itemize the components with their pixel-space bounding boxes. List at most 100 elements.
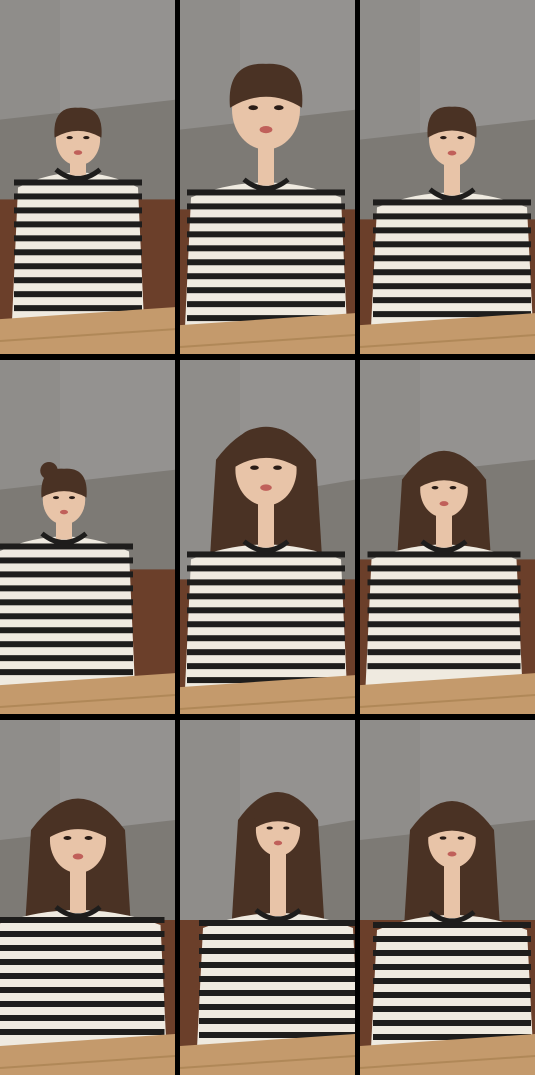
shirt-stripe bbox=[367, 649, 521, 656]
shirt-stripe bbox=[367, 635, 521, 642]
shirt-stripe bbox=[0, 945, 165, 951]
shirt-stripe bbox=[0, 931, 165, 937]
photo-frame-9 bbox=[360, 720, 535, 1075]
shirt-stripe bbox=[0, 973, 165, 979]
shirt-stripe bbox=[373, 950, 531, 956]
lips bbox=[259, 126, 273, 134]
shirt-stripe bbox=[187, 649, 345, 656]
shirt-stripe bbox=[14, 207, 142, 214]
photo-frame-6 bbox=[360, 360, 535, 714]
shirt-stripe bbox=[14, 249, 142, 256]
hair-bun bbox=[40, 461, 58, 480]
lips bbox=[260, 484, 272, 491]
right-eye bbox=[273, 465, 282, 470]
left-eye bbox=[53, 496, 59, 500]
neck bbox=[258, 143, 274, 186]
shirt-stripe bbox=[187, 287, 345, 294]
shirt-stripe bbox=[0, 641, 133, 648]
shirt-stripe bbox=[199, 976, 355, 982]
lips bbox=[273, 840, 283, 846]
left-eye bbox=[440, 135, 447, 140]
lips bbox=[72, 853, 84, 860]
shirt-stripe bbox=[187, 301, 345, 308]
shirt-stripe bbox=[0, 1029, 165, 1035]
photo-illustration bbox=[0, 360, 175, 714]
photo-frame-3 bbox=[360, 0, 535, 354]
lips bbox=[73, 150, 83, 155]
shirt-stripe bbox=[14, 193, 142, 200]
shirt-stripe bbox=[367, 579, 521, 586]
shirt-stripe bbox=[187, 621, 345, 628]
shirt-stripe bbox=[187, 273, 345, 280]
shirt-stripe bbox=[367, 565, 521, 572]
photo-frame-4 bbox=[0, 360, 175, 714]
shirt-stripe bbox=[0, 1015, 165, 1021]
shirt-stripe bbox=[187, 231, 345, 238]
shirt-stripe bbox=[14, 221, 142, 228]
shirt-stripe bbox=[373, 255, 531, 262]
shirt-stripe bbox=[373, 964, 531, 970]
shirt-stripe bbox=[0, 627, 133, 634]
right-eye bbox=[69, 496, 75, 500]
shirt-stripe bbox=[373, 978, 531, 984]
shirt-stripe bbox=[199, 990, 355, 996]
shirt-stripe bbox=[14, 291, 142, 298]
right-eye bbox=[83, 136, 90, 140]
shirt-stripe bbox=[14, 305, 142, 312]
right-eye bbox=[457, 836, 465, 840]
shirt-stripe bbox=[187, 217, 345, 224]
photo-illustration bbox=[360, 720, 535, 1075]
shirt-stripe bbox=[187, 579, 345, 586]
right-eye bbox=[449, 485, 457, 490]
shirt-stripe bbox=[0, 669, 133, 676]
shirt-stripe bbox=[367, 593, 521, 600]
left-eye bbox=[250, 465, 259, 470]
shirt-stripe bbox=[0, 571, 133, 578]
left-eye bbox=[66, 136, 73, 140]
shirt-stripe bbox=[187, 593, 345, 600]
right-eye bbox=[283, 826, 290, 830]
shirt-stripe bbox=[367, 607, 521, 614]
shirt-stripe bbox=[373, 241, 531, 248]
shirt-stripe bbox=[0, 613, 133, 620]
shirt-stripe bbox=[373, 213, 531, 220]
shirt-stripe bbox=[199, 1004, 355, 1010]
photo-illustration bbox=[0, 720, 175, 1075]
photo-illustration bbox=[360, 360, 535, 714]
photo-frame-2 bbox=[180, 0, 355, 354]
shirt-stripe bbox=[199, 1018, 355, 1024]
shirt-stripe bbox=[199, 948, 355, 954]
shirt-stripe bbox=[0, 655, 133, 662]
right-eye bbox=[457, 135, 464, 140]
shirt-stripe bbox=[187, 259, 345, 266]
shirt-stripe bbox=[0, 1001, 165, 1007]
shirt-stripe bbox=[367, 663, 521, 670]
shirt-stripe bbox=[187, 245, 345, 252]
shirt-stripe bbox=[373, 992, 531, 998]
right-eye bbox=[84, 836, 93, 840]
neck bbox=[70, 867, 86, 913]
neck bbox=[444, 862, 460, 918]
shirt-stripe bbox=[367, 621, 521, 628]
photo-illustration bbox=[180, 360, 355, 714]
left-eye bbox=[431, 485, 439, 490]
photo-collage bbox=[0, 0, 535, 1075]
photo-frame-7 bbox=[0, 720, 175, 1075]
shirt-stripe bbox=[373, 1020, 531, 1026]
shirt-stripe bbox=[187, 565, 345, 572]
shirt-stripe bbox=[0, 585, 133, 592]
shirt-stripe bbox=[187, 635, 345, 642]
shirt-stripe bbox=[187, 203, 345, 210]
shirt-stripe bbox=[373, 936, 531, 942]
shirt-stripe bbox=[373, 283, 531, 290]
neck bbox=[270, 850, 286, 916]
lips bbox=[447, 150, 457, 156]
shirt-stripe bbox=[373, 297, 531, 304]
shirt-stripe bbox=[373, 227, 531, 234]
left-eye bbox=[266, 826, 273, 830]
photo-frame-5 bbox=[180, 360, 355, 714]
photo-illustration bbox=[0, 0, 175, 354]
lips bbox=[447, 851, 457, 857]
photo-frame-1 bbox=[0, 0, 175, 354]
photo-illustration bbox=[180, 0, 355, 354]
